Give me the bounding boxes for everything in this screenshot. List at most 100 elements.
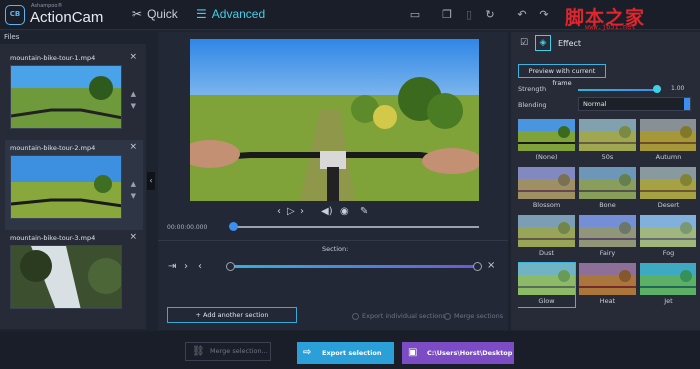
timeline-handle[interactable] <box>229 222 238 231</box>
blending-select[interactable]: Normal <box>578 97 691 111</box>
mode-quick-label: Quick <box>147 7 178 21</box>
next-frame-icon[interactable]: › <box>300 206 304 217</box>
add-section-label: Add another section <box>202 311 269 319</box>
sliders-icon: ☰ <box>196 7 207 21</box>
move-up-icon[interactable]: ▲ <box>131 180 136 188</box>
delete-icon[interactable]: ▯ <box>462 8 476 22</box>
filter-label: Autumn <box>655 153 682 161</box>
export-button[interactable]: ⇨Export selection (1) <box>297 342 394 364</box>
file-name: mountain-bike-tour-1.mp4 <box>10 54 96 62</box>
collapse-sidebar-button[interactable]: ‹ <box>147 172 155 190</box>
move-down-icon[interactable]: ▼ <box>131 102 136 110</box>
filter-thumbnail <box>518 263 575 295</box>
filter-tile[interactable]: Glow <box>518 262 576 308</box>
files-header: Files <box>4 33 20 41</box>
filter-tile[interactable]: Desert <box>640 167 696 211</box>
app-window: CB Ashampoo® ActionCam ✂ Quick ☰ Advanced … <box>0 0 700 369</box>
file-item-3[interactable]: mountain-bike-tour-3.mp4 × <box>5 230 143 320</box>
filter-label: Fog <box>662 249 675 257</box>
eye-icon[interactable]: ◉ <box>340 206 349 217</box>
mode-quick-tab[interactable]: ✂ Quick <box>132 7 178 21</box>
filter-thumbnail <box>518 215 575 247</box>
radio-icon <box>444 312 451 320</box>
file-name: mountain-bike-tour-3.mp4 <box>10 234 96 242</box>
filter-tile[interactable]: Autumn <box>640 119 696 163</box>
strength-slider[interactable] <box>578 89 658 91</box>
merge-sections-option[interactable]: Merge sections <box>444 312 503 320</box>
preview-frame-button[interactable]: Preview with current frame <box>518 64 606 87</box>
merge-label: Merge selection... <box>210 347 268 355</box>
merge-button[interactable]: ⛓ Merge selection... <box>185 342 271 361</box>
filter-tile[interactable]: 50s <box>579 119 636 163</box>
filter-tile[interactable]: Fairy <box>579 215 636 259</box>
move-down-icon[interactable]: ▼ <box>131 192 136 200</box>
filter-thumbnail <box>518 167 575 199</box>
timeline-track[interactable] <box>233 226 479 228</box>
filter-grid: (None) 50s Autumn Blossom Bone Desert Dust Fair… <box>518 119 696 330</box>
section-end-handle[interactable] <box>473 262 482 271</box>
redo-icon[interactable]: ↷ <box>537 8 551 22</box>
effect-tab-icon[interactable]: ◈ <box>535 35 551 51</box>
radio-icon <box>352 312 359 320</box>
filter-thumbnail <box>640 167 696 199</box>
top-bar: CB Ashampoo® ActionCam ✂ Quick ☰ Advanced … <box>0 0 700 31</box>
filter-label: (None) <box>535 153 558 161</box>
section-label: Section: <box>322 245 349 253</box>
section-range-bar[interactable] <box>230 265 478 268</box>
strength-handle[interactable] <box>653 85 661 93</box>
checkbox-tab-icon[interactable]: ☑ <box>520 38 528 48</box>
section-start-icon[interactable]: ⇥ <box>168 261 176 272</box>
filter-tile[interactable]: (None) <box>518 119 575 163</box>
blending-label: Blending <box>518 101 547 109</box>
video-preview[interactable] <box>190 39 479 201</box>
scissors-icon: ✂ <box>132 7 143 21</box>
section-start-handle[interactable] <box>226 262 235 271</box>
filter-tile[interactable]: Blossom <box>518 167 575 211</box>
remove-file-icon[interactable]: × <box>129 232 137 242</box>
merge-sections-label: Merge sections <box>454 312 504 320</box>
chevron-down-icon <box>684 98 690 110</box>
move-up-icon[interactable]: ▲ <box>131 90 136 98</box>
folder-icon[interactable]: ▭ <box>408 8 422 22</box>
strength-value: 1.00 <box>671 85 685 92</box>
effect-tab-label[interactable]: Effect <box>558 39 581 48</box>
volume-icon[interactable]: ◀) <box>321 206 333 217</box>
prev-frame-icon[interactable]: ‹ <box>277 206 281 217</box>
file-thumbnail <box>10 245 122 309</box>
file-item-1[interactable]: mountain-bike-tour-1.mp4 × ▲ ▼ <box>5 50 143 140</box>
filter-tile[interactable]: Heat <box>579 263 636 307</box>
wrench-icon[interactable]: ✎ <box>360 206 368 217</box>
remove-file-icon[interactable]: × <box>129 52 137 62</box>
mode-advanced-tab[interactable]: ☰ Advanced <box>196 7 265 21</box>
file-item-2[interactable]: mountain-bike-tour-2.mp4 × ▲ ▼ <box>5 140 143 230</box>
remove-file-icon[interactable]: × <box>129 142 137 152</box>
link-icon: ⛓ <box>192 346 205 357</box>
filter-label: Blossom <box>532 201 561 209</box>
filter-tile[interactable]: Dust <box>518 215 575 259</box>
add-section-button[interactable]: + Add another section <box>167 307 297 323</box>
filter-thumbnail <box>579 119 636 151</box>
section-next-icon[interactable]: › <box>184 261 188 272</box>
filter-label: Dust <box>538 249 555 257</box>
filter-tile[interactable]: Fog <box>640 215 696 259</box>
filter-label: 50s <box>601 153 614 161</box>
output-path-label: C:\Users\Horst\Desktop <box>427 349 513 357</box>
file-name: mountain-bike-tour-2.mp4 <box>10 144 96 152</box>
file-thumbnail <box>10 155 122 219</box>
copy-icon[interactable]: ❐ <box>440 8 454 22</box>
filter-thumbnail <box>640 119 696 151</box>
file-thumbnail <box>10 65 122 129</box>
section-prev-icon[interactable]: ‹ <box>198 261 202 272</box>
strength-label: Strength <box>518 85 547 93</box>
play-icon[interactable]: ▷ <box>287 206 295 217</box>
export-individual-option[interactable]: Export individual sections <box>352 312 446 320</box>
output-path-button[interactable]: ▣ C:\Users\Horst\Desktop <box>402 342 514 364</box>
filter-tile[interactable]: Bone <box>579 167 636 211</box>
mode-advanced-label: Advanced <box>211 7 266 21</box>
remove-section-icon[interactable]: × <box>487 260 495 271</box>
undo-icon[interactable]: ↶ <box>515 8 529 22</box>
filter-tile[interactable]: Jet <box>640 263 696 307</box>
filter-thumbnail <box>518 119 575 151</box>
reset-icon[interactable]: ↻ <box>483 8 497 22</box>
filter-label: Desert <box>657 201 680 209</box>
